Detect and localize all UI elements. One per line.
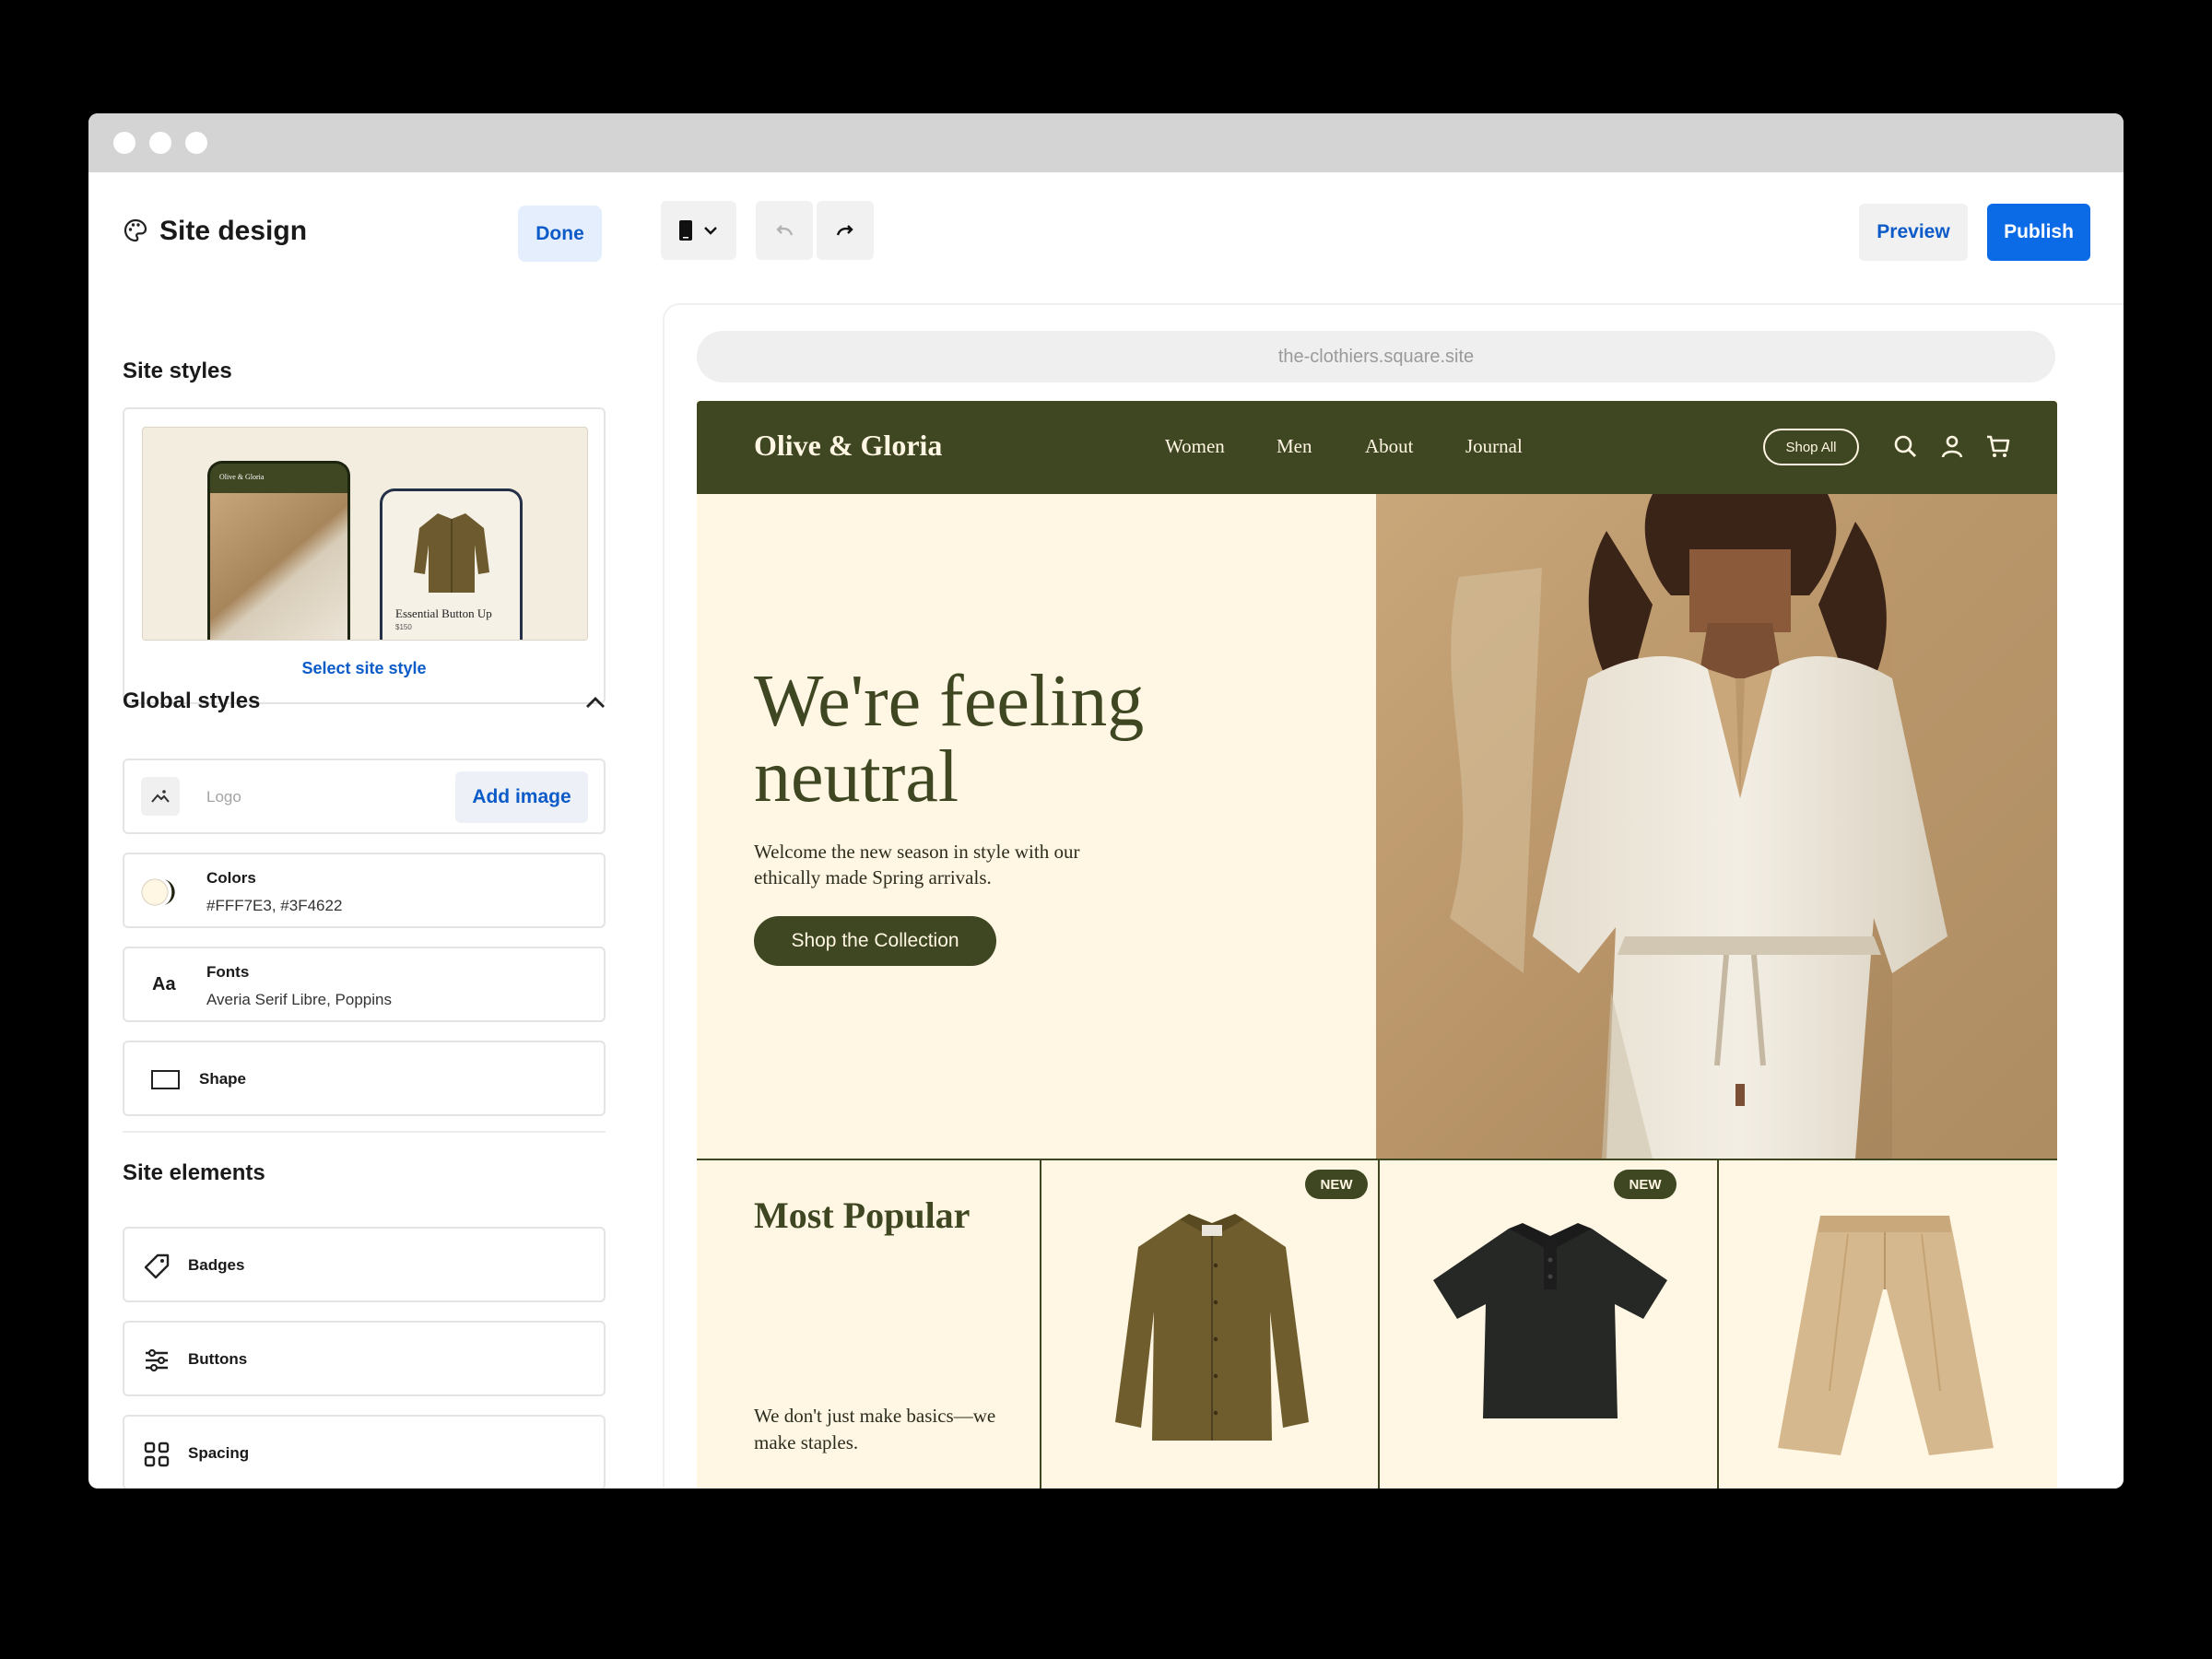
shape-title: Shape: [199, 1070, 247, 1088]
preview-product-name: Essential Button Up: [395, 606, 492, 620]
olive-button-up-shirt-image[interactable]: [1106, 1210, 1318, 1450]
fonts-title: Fonts: [206, 963, 250, 981]
preview-phone-hero-image: [210, 493, 347, 640]
most-popular-section: Most Popular We don't just make basics—w…: [697, 1159, 2057, 1488]
cart-icon[interactable]: [1984, 432, 2012, 460]
panel-header: Site design Done: [123, 203, 602, 262]
undo-button[interactable]: [756, 201, 813, 260]
fonts-value: Averia Serif Libre, Poppins: [206, 991, 392, 1008]
palette-icon: [124, 218, 147, 242]
shape-row[interactable]: Shape: [123, 1041, 606, 1116]
most-popular-subtitle: We don't just make basics—we make staple…: [754, 1405, 996, 1453]
beige-trousers-image[interactable]: [1774, 1206, 1995, 1465]
buttons-label: Buttons: [188, 1350, 248, 1368]
select-site-style-link[interactable]: Select site style: [124, 659, 604, 678]
logo-placeholder: Logo: [206, 788, 241, 806]
colors-title: Colors: [206, 869, 256, 887]
hero-subtitle: Welcome the new season in style with our…: [754, 841, 1080, 888]
fonts-icon: Aa: [152, 974, 176, 994]
hero-model-image: [1376, 494, 2057, 1159]
hero-title: We're feeling neutral: [754, 661, 1145, 818]
hero-text-block: We're feeling neutral Welcome the new se…: [697, 494, 1376, 1159]
search-icon[interactable]: [1891, 432, 1919, 460]
image-placeholder-icon: [141, 777, 180, 816]
account-icon[interactable]: [1938, 432, 1966, 460]
nav-link-women[interactable]: Women: [1165, 435, 1225, 458]
logo-row: Logo Add image: [123, 759, 606, 834]
redo-icon: [836, 225, 853, 236]
chevron-up-icon[interactable]: [585, 696, 606, 709]
new-badge: NEW: [1614, 1170, 1677, 1199]
section-divider: [123, 1131, 606, 1133]
shop-collection-button[interactable]: Shop the Collection: [754, 916, 996, 966]
site-style-preview[interactable]: Olive & Gloria Essential Button Up $150: [142, 427, 588, 641]
fonts-row[interactable]: Aa Fonts Averia Serif Libre, Poppins: [123, 947, 606, 1022]
spacing-label: Spacing: [188, 1444, 250, 1462]
badges-row[interactable]: Badges: [123, 1227, 606, 1302]
nav-link-men[interactable]: Men: [1277, 435, 1312, 458]
mobile-device-icon: [679, 220, 692, 241]
window-titlebar: [88, 113, 2124, 172]
site-style-card: Olive & Gloria Essential Button Up $150 …: [123, 407, 606, 704]
sliders-icon: [146, 1348, 168, 1372]
shape-rectangle-icon: [151, 1070, 180, 1089]
preview-product-price: $150: [395, 623, 412, 631]
grid-icon: [144, 1441, 170, 1467]
preview-phone-product: Essential Button Up $150: [380, 488, 523, 640]
global-styles-header[interactable]: Global styles: [123, 688, 606, 725]
new-badge: NEW: [1305, 1170, 1368, 1199]
publish-button[interactable]: Publish: [1987, 204, 2090, 261]
badges-label: Badges: [188, 1256, 245, 1274]
site-preview-canvas: the-clothiers.square.site Olive & Gloria…: [663, 303, 2124, 1488]
preview-phone-home: Olive & Gloria: [207, 461, 350, 640]
site-url-bar: the-clothiers.square.site: [697, 331, 2055, 382]
site-preview: Olive & Gloria Women Men About Journal S…: [697, 401, 2057, 1488]
panel-title: Site design: [159, 216, 308, 246]
window-minimize-dot[interactable]: [149, 132, 171, 154]
spacing-row[interactable]: Spacing: [123, 1415, 606, 1488]
product-card-1[interactable]: NEW: [1040, 1160, 1378, 1488]
shop-all-button[interactable]: Shop All: [1763, 429, 1859, 465]
undo-icon: [776, 225, 794, 236]
global-styles-heading: Global styles: [123, 688, 261, 713]
buttons-row[interactable]: Buttons: [123, 1321, 606, 1396]
preview-button[interactable]: Preview: [1859, 204, 1968, 261]
site-navbar: Olive & Gloria Women Men About Journal S…: [697, 401, 2057, 494]
nav-link-journal[interactable]: Journal: [1465, 435, 1523, 458]
app-window: Site design Done Site styles Olive & Glo…: [88, 113, 2124, 1488]
product-card-3[interactable]: [1717, 1160, 2057, 1488]
done-button[interactable]: Done: [518, 206, 602, 262]
most-popular-intro: Most Popular We don't just make basics—w…: [697, 1160, 1040, 1488]
site-design-panel: Site design Done Site styles Olive & Glo…: [88, 172, 632, 1488]
colors-value: #FFF7E3, #3F4622: [206, 897, 343, 914]
site-brand[interactable]: Olive & Gloria: [754, 429, 942, 463]
tag-icon: [144, 1253, 170, 1279]
preview-shirt-image: [414, 513, 489, 593]
black-polo-shirt-image[interactable]: [1426, 1216, 1675, 1428]
nav-link-about[interactable]: About: [1365, 435, 1414, 458]
add-image-button[interactable]: Add image: [455, 771, 588, 823]
window-maximize-dot[interactable]: [185, 132, 207, 154]
site-elements-heading: Site elements: [123, 1160, 265, 1185]
window-close-dot[interactable]: [113, 132, 135, 154]
redo-button[interactable]: [817, 201, 874, 260]
site-styles-heading: Site styles: [123, 359, 232, 383]
chevron-down-icon: [704, 227, 717, 235]
preview-phone-brand: Olive & Gloria: [210, 464, 347, 493]
most-popular-title: Most Popular: [754, 1194, 971, 1236]
colors-row[interactable]: Colors #FFF7E3, #3F4622: [123, 853, 606, 928]
color-swatch-icon: [141, 878, 177, 906]
product-card-2[interactable]: NEW: [1378, 1160, 1717, 1488]
device-selector-button[interactable]: [661, 201, 736, 260]
